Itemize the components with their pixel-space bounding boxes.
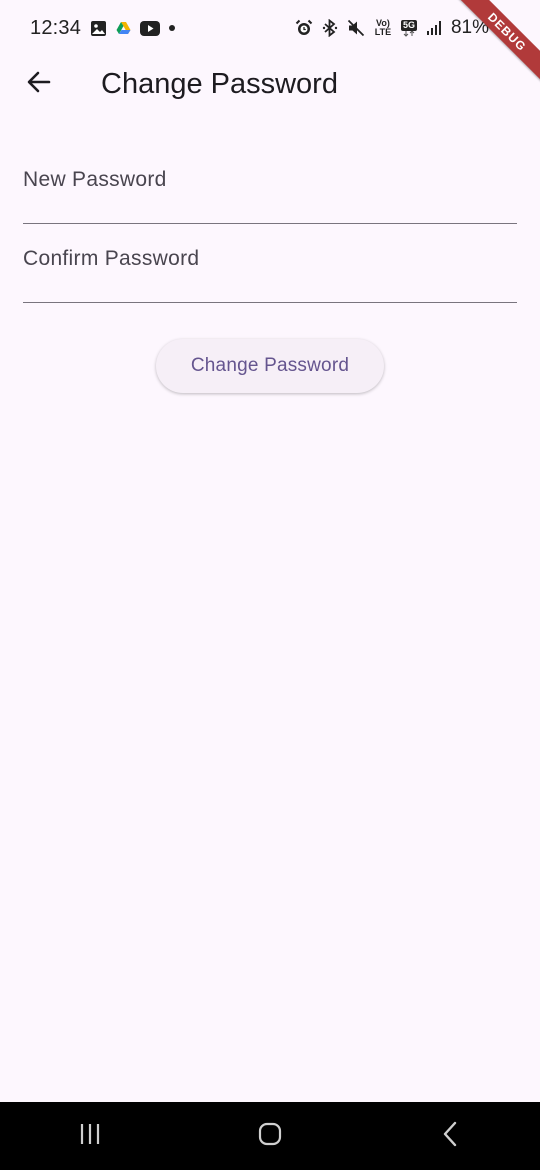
- gallery-icon: [90, 20, 107, 37]
- app-bar: Change Password: [0, 56, 540, 112]
- status-bar: 12:34 Vo) LTE 5G 81%: [0, 0, 540, 56]
- 5g-icon: 5G: [400, 19, 417, 37]
- new-password-label: New Password: [23, 168, 167, 191]
- network-label: 5G: [400, 19, 417, 31]
- back-button[interactable]: [11, 56, 67, 112]
- signal-icon: [426, 20, 442, 36]
- home-icon: [258, 1122, 282, 1151]
- youtube-icon: [140, 20, 161, 36]
- notification-dot: [169, 25, 176, 31]
- nav-back-button[interactable]: [405, 1102, 495, 1170]
- alarm-icon: [295, 19, 313, 37]
- change-password-button[interactable]: Change Password: [156, 339, 384, 393]
- status-time: 12:34: [30, 16, 82, 39]
- new-password-field[interactable]: New Password: [23, 152, 517, 224]
- page-title: Change Password: [101, 67, 338, 100]
- system-nav-bar: [0, 1102, 540, 1170]
- home-button[interactable]: [225, 1102, 315, 1170]
- confirm-password-label: Confirm Password: [23, 247, 200, 270]
- arrow-back-icon: [26, 69, 52, 100]
- status-left: 12:34: [30, 16, 176, 40]
- volte-icon: Vo) LTE: [374, 18, 392, 37]
- recent-apps-icon: [78, 1123, 102, 1150]
- mute-icon: [347, 19, 365, 37]
- status-right: Vo) LTE 5G 81%: [295, 17, 510, 39]
- back-icon: [442, 1121, 458, 1152]
- confirm-password-field[interactable]: Confirm Password: [23, 231, 517, 303]
- recent-apps-button[interactable]: [45, 1102, 135, 1170]
- bluetooth-icon: [322, 19, 338, 37]
- drive-icon: [116, 21, 131, 35]
